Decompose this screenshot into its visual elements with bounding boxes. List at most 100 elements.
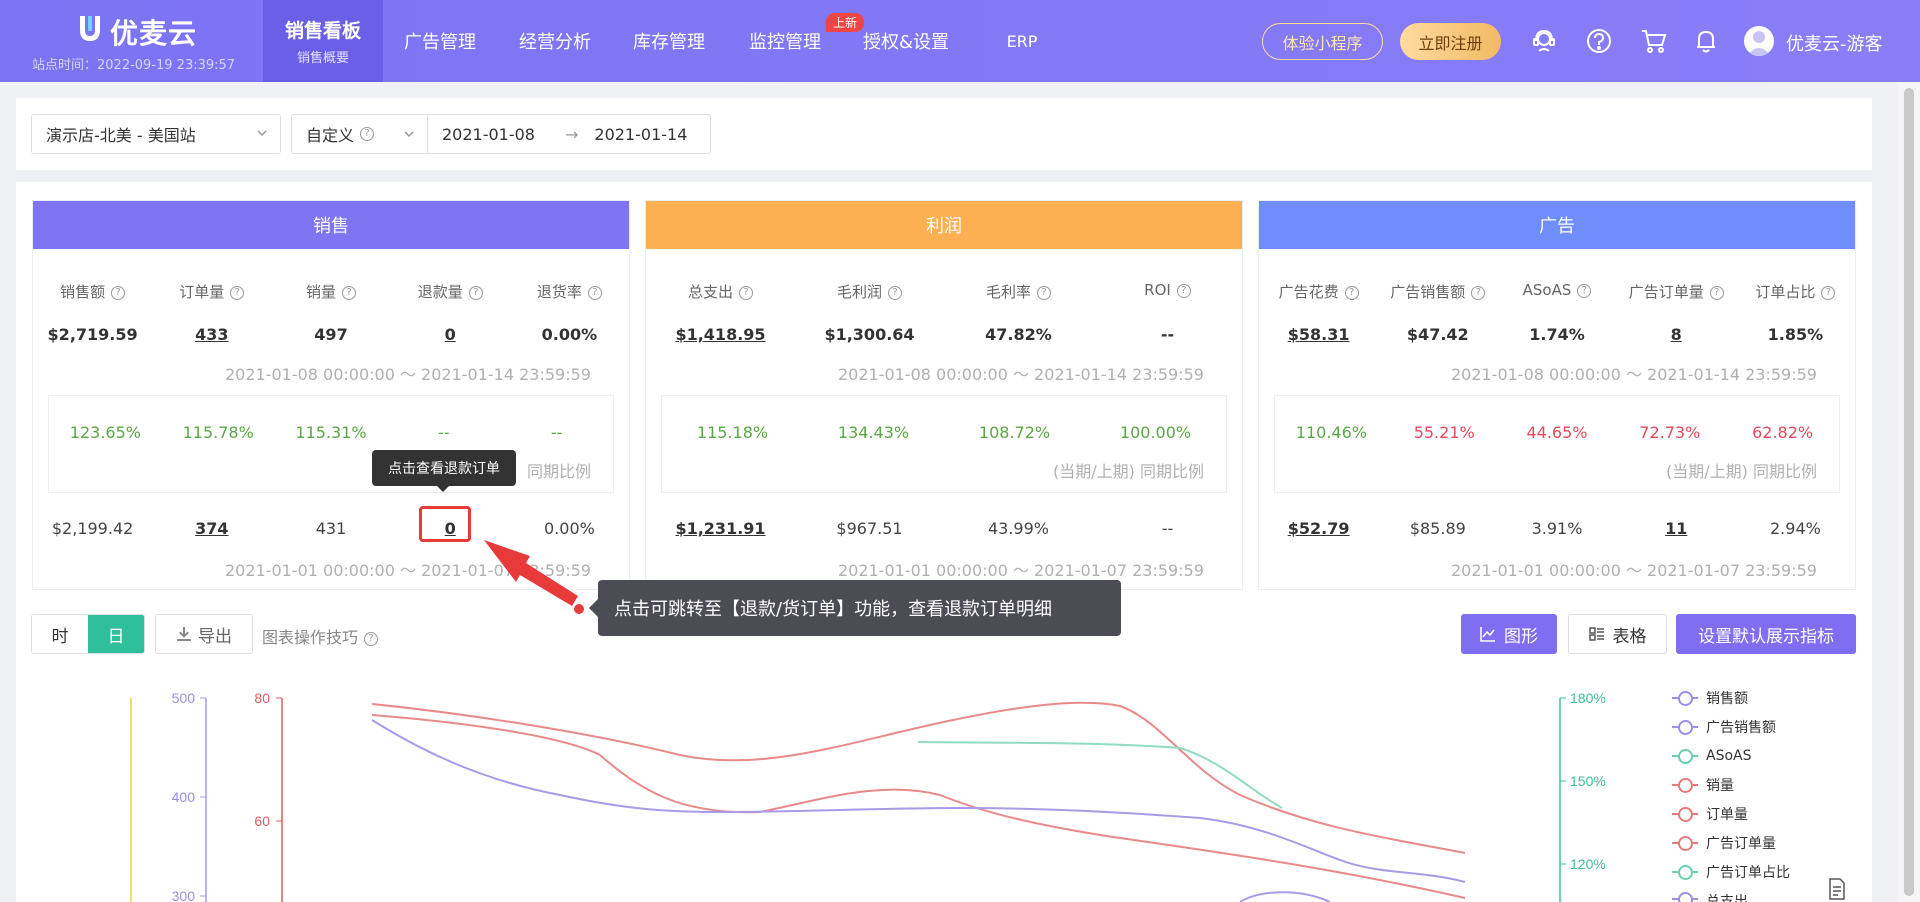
nav-erp[interactable]: ERP	[990, 0, 1054, 82]
granularity-day[interactable]: 日	[88, 615, 144, 653]
roi: --	[1160, 325, 1175, 344]
refund-count-link[interactable]: 0	[391, 325, 510, 344]
previous-values: $52.79 $85.89 3.91% 11 2.94%	[1259, 519, 1855, 538]
nav-label: 监控管理	[749, 32, 821, 53]
series-line	[371, 719, 1466, 883]
metric-labels: 广告花费? 广告销售额? ASoAS? 广告订单量? 订单占比?	[1259, 281, 1855, 302]
axis-right-ticks: 180% 150% 120%	[1560, 690, 1606, 872]
vertical-scrollbar[interactable]	[1898, 82, 1920, 902]
previous-range: 2021-01-01 00:00:00 ～ 2021-01-07 23:59:5…	[1450, 561, 1817, 580]
question-icon[interactable]: ?	[587, 285, 602, 300]
table-view-button[interactable]: 表格	[1568, 614, 1667, 654]
legend-item[interactable]: 销量	[1672, 775, 1734, 795]
cart-icon[interactable]	[1640, 27, 1668, 55]
nav-monitoring[interactable]: 监控管理	[737, 0, 833, 82]
question-icon[interactable]: ?	[888, 285, 902, 300]
graph-view-label: 图形	[1504, 626, 1538, 647]
current-range: 2021-01-08 00:00:00 ～ 2021-01-14 23:59:5…	[224, 365, 591, 384]
nav-inventory[interactable]: 库存管理	[621, 0, 717, 82]
date-range-picker[interactable]: 自定义 ? 2021-01-08 → 2021-01-14	[291, 114, 711, 154]
ad-orders-link[interactable]: 8	[1617, 325, 1736, 344]
legend-item[interactable]: 销售额	[1672, 688, 1748, 708]
legend-item[interactable]: 总支出	[1672, 891, 1748, 902]
nav-sublabel: 销售概要	[296, 51, 349, 66]
prev-gross-margin: 43.99%	[987, 519, 1049, 538]
date-mode-select[interactable]: 自定义 ?	[292, 115, 428, 153]
question-icon[interactable]: ?	[468, 285, 483, 300]
comparison-note: (当期/上期) 同期比例	[1666, 462, 1817, 481]
date-start[interactable]: 2021-01-08	[442, 125, 535, 144]
previous-range: 2021-01-01 00:00:00 ～ 2021-01-07 23:59:5…	[224, 561, 591, 580]
legend-item[interactable]: ASoAS	[1672, 746, 1752, 766]
comparison-value: --	[438, 423, 450, 442]
question-icon[interactable]: ?	[1037, 285, 1051, 300]
legend-marker	[1672, 806, 1698, 822]
question-icon[interactable]: ?	[342, 285, 357, 300]
current-range: 2021-01-08 00:00:00 ～ 2021-01-14 23:59:5…	[837, 365, 1204, 384]
register-button[interactable]: 立即注册	[1400, 23, 1501, 60]
legend-marker	[1672, 748, 1698, 764]
prev-ad-orders-link[interactable]: 11	[1617, 519, 1736, 538]
legend-item[interactable]: 广告订单量	[1672, 833, 1776, 853]
question-icon[interactable]: ?	[360, 127, 375, 141]
nav-sales-dashboard[interactable]: 销售看板 销售概要	[263, 0, 383, 82]
date-end[interactable]: 2021-01-14	[594, 125, 687, 144]
legend-marker	[1672, 864, 1698, 880]
nav-ad-management[interactable]: 广告管理	[392, 0, 488, 82]
comparison-values: 123.65% 115.78% 115.31% -- --	[49, 423, 613, 442]
prev-order-count-link[interactable]: 374	[152, 519, 271, 538]
line-chart-icon	[1480, 627, 1495, 642]
question-icon[interactable]: ?	[111, 285, 126, 300]
mini-program-button[interactable]: 体验小程序	[1262, 23, 1383, 60]
store-select[interactable]: 演示店-北美 - 美国站	[31, 114, 281, 154]
arrow-right-icon: →	[564, 124, 579, 144]
legend-item[interactable]: 广告销售额	[1672, 717, 1776, 737]
customer-service-icon[interactable]	[1530, 27, 1558, 55]
profit-card: 利润 总支出? 毛利润? 毛利率? ROI? $1,418.95 $1,300.…	[645, 200, 1243, 590]
nav-auth-settings[interactable]: 授权&设置	[852, 0, 960, 82]
set-default-metrics-button[interactable]: 设置默认展示指标	[1676, 614, 1856, 654]
nav-business-analysis[interactable]: 经营分析	[507, 0, 603, 82]
chart-tips-link[interactable]: 图表操作技巧?	[262, 624, 379, 648]
refund-callout-tooltip: 点击可跳转至【退款/货订单】功能，查看退款订单明细	[589, 580, 1121, 636]
ad-spend-link[interactable]: $58.31	[1259, 325, 1378, 344]
metric-values: $1,418.95 $1,300.64 47.82% --	[646, 325, 1242, 344]
prev-ad-spend-link[interactable]: $52.79	[1259, 519, 1378, 538]
comparison-note: 同期比例	[526, 462, 591, 481]
site-time: 站点时间：2022-09-19 23:39:57	[32, 58, 236, 73]
help-icon[interactable]	[1585, 27, 1613, 55]
prev-asoas: 3.91%	[1531, 519, 1583, 538]
series-line	[1239, 891, 1331, 902]
legend-item[interactable]: 广告订单占比	[1672, 862, 1790, 882]
user-name[interactable]: 优麦云-游客	[1786, 30, 1883, 56]
granularity-hour[interactable]: 时	[32, 615, 88, 653]
brand-logo-icon	[76, 14, 104, 44]
top-navigation: 优麦云 站点时间：2022-09-19 23:39:57 销售看板 销售概要 广…	[0, 0, 1920, 82]
brand[interactable]: 优麦云 站点时间：2022-09-19 23:39:57	[30, 10, 250, 74]
metric-labels: 销售额? 订单量? 销量? 退款量? 退货率?	[33, 281, 629, 302]
legend-item[interactable]: 订单量	[1672, 804, 1748, 824]
export-button[interactable]: 导出	[155, 614, 253, 654]
question-icon[interactable]: ?	[1471, 285, 1486, 300]
legend-marker	[1672, 891, 1698, 902]
question-icon[interactable]: ?	[1577, 283, 1592, 298]
question-icon[interactable]: ?	[1344, 285, 1359, 300]
question-icon[interactable]: ?	[1821, 285, 1836, 300]
order-count-link[interactable]: 433	[152, 325, 271, 344]
question-icon[interactable]: ?	[739, 285, 753, 300]
question-icon[interactable]: ?	[1709, 285, 1724, 300]
scrollbar-thumb[interactable]	[1904, 88, 1914, 896]
graph-view-button[interactable]: 图形	[1461, 614, 1557, 654]
card-title: 广告	[1259, 201, 1855, 249]
tick-label: 80	[254, 690, 270, 706]
return-rate: 0.00%	[541, 325, 598, 344]
document-icon[interactable]	[1828, 878, 1846, 900]
prev-total-expense-link[interactable]: $1,231.91	[646, 519, 795, 538]
question-icon[interactable]: ?	[1176, 283, 1191, 298]
question-icon[interactable]: ?	[230, 285, 245, 300]
prev-return-rate: 0.00%	[544, 519, 595, 538]
nav-label: ERP	[1006, 31, 1038, 51]
avatar-icon[interactable]	[1744, 26, 1774, 56]
total-expense-link[interactable]: $1,418.95	[646, 325, 795, 344]
bell-icon[interactable]	[1692, 27, 1720, 55]
